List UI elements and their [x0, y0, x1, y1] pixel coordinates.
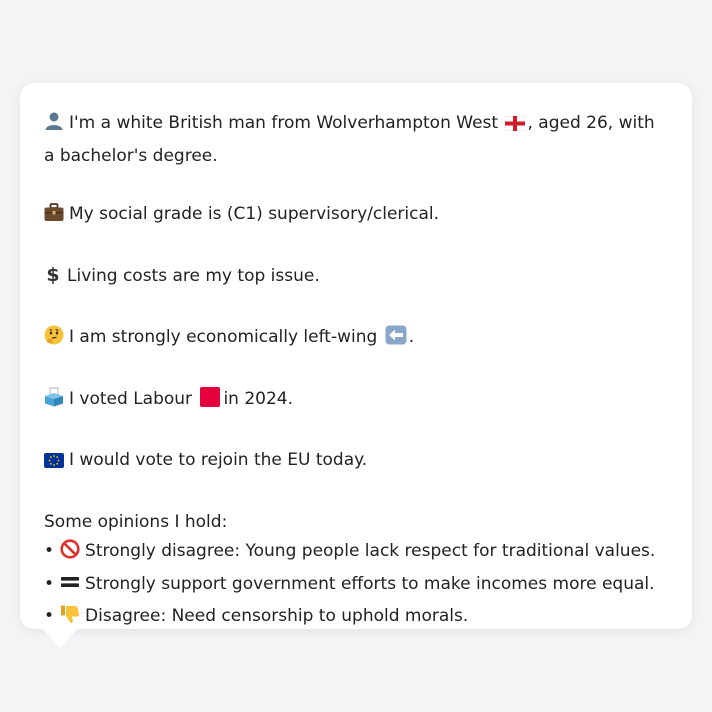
vote-text-a: I voted Labour — [69, 388, 193, 409]
england-flag-icon — [505, 112, 526, 142]
opinion-text: Disagree: Need censorship to uphold mora… — [85, 606, 469, 626]
economic-text-a: I am strongly economically left-wing — [69, 327, 378, 347]
thinking-face-icon — [44, 325, 64, 356]
briefcase-icon — [44, 203, 64, 233]
bullet: • — [44, 541, 55, 561]
red-square-icon — [199, 386, 221, 418]
eu-text: I would vote to rejoin the EU today. — [69, 450, 368, 470]
social-grade-text: My social grade is (C1) supervisory/cler… — [69, 204, 440, 224]
eu-flag-icon — [44, 449, 64, 479]
intro-line: I'm a white British man from Wolverhampt… — [44, 109, 668, 171]
opinion-item: • Strongly disagree: Young people lack r… — [44, 537, 668, 570]
opinions-heading: Some opinions I hold: — [44, 511, 228, 532]
ballot-box-icon — [44, 387, 64, 418]
top-issue-line: $ Living costs are my top issue. — [44, 262, 668, 295]
economic-line: I am strongly economically left-wing . — [44, 323, 668, 356]
dollar-sign-icon: $ — [44, 264, 62, 295]
bubble-tail — [42, 628, 78, 648]
opinion-text: Strongly disagree: Young people lack res… — [85, 541, 656, 561]
opinion-item: • Strongly support government efforts to… — [44, 570, 668, 603]
eu-line: I would vote to rejoin the EU today. — [44, 446, 668, 479]
equals-icon — [60, 572, 80, 603]
economic-text-b: . — [408, 327, 415, 347]
opinion-item: • Disagree: Need censorship to uphold mo… — [44, 602, 668, 635]
prohibited-icon — [60, 539, 80, 570]
bullet: • — [44, 573, 55, 594]
opinion-text: Strongly support government efforts to m… — [85, 573, 655, 594]
vote-text-b: in 2024. — [223, 388, 294, 409]
person-icon — [44, 111, 64, 142]
message-bubble: I'm a white British man from Wolverhampt… — [20, 83, 692, 629]
svg-text:$: $ — [46, 264, 59, 284]
top-issue-text: Living costs are my top issue. — [67, 265, 320, 286]
social-grade-line: My social grade is (C1) supervisory/cler… — [44, 200, 668, 233]
vote-line: I voted Labour in 2024. — [44, 385, 668, 418]
left-arrow-icon — [385, 325, 407, 356]
intro-text-a: I'm a white British man from Wolverhampt… — [69, 113, 499, 133]
